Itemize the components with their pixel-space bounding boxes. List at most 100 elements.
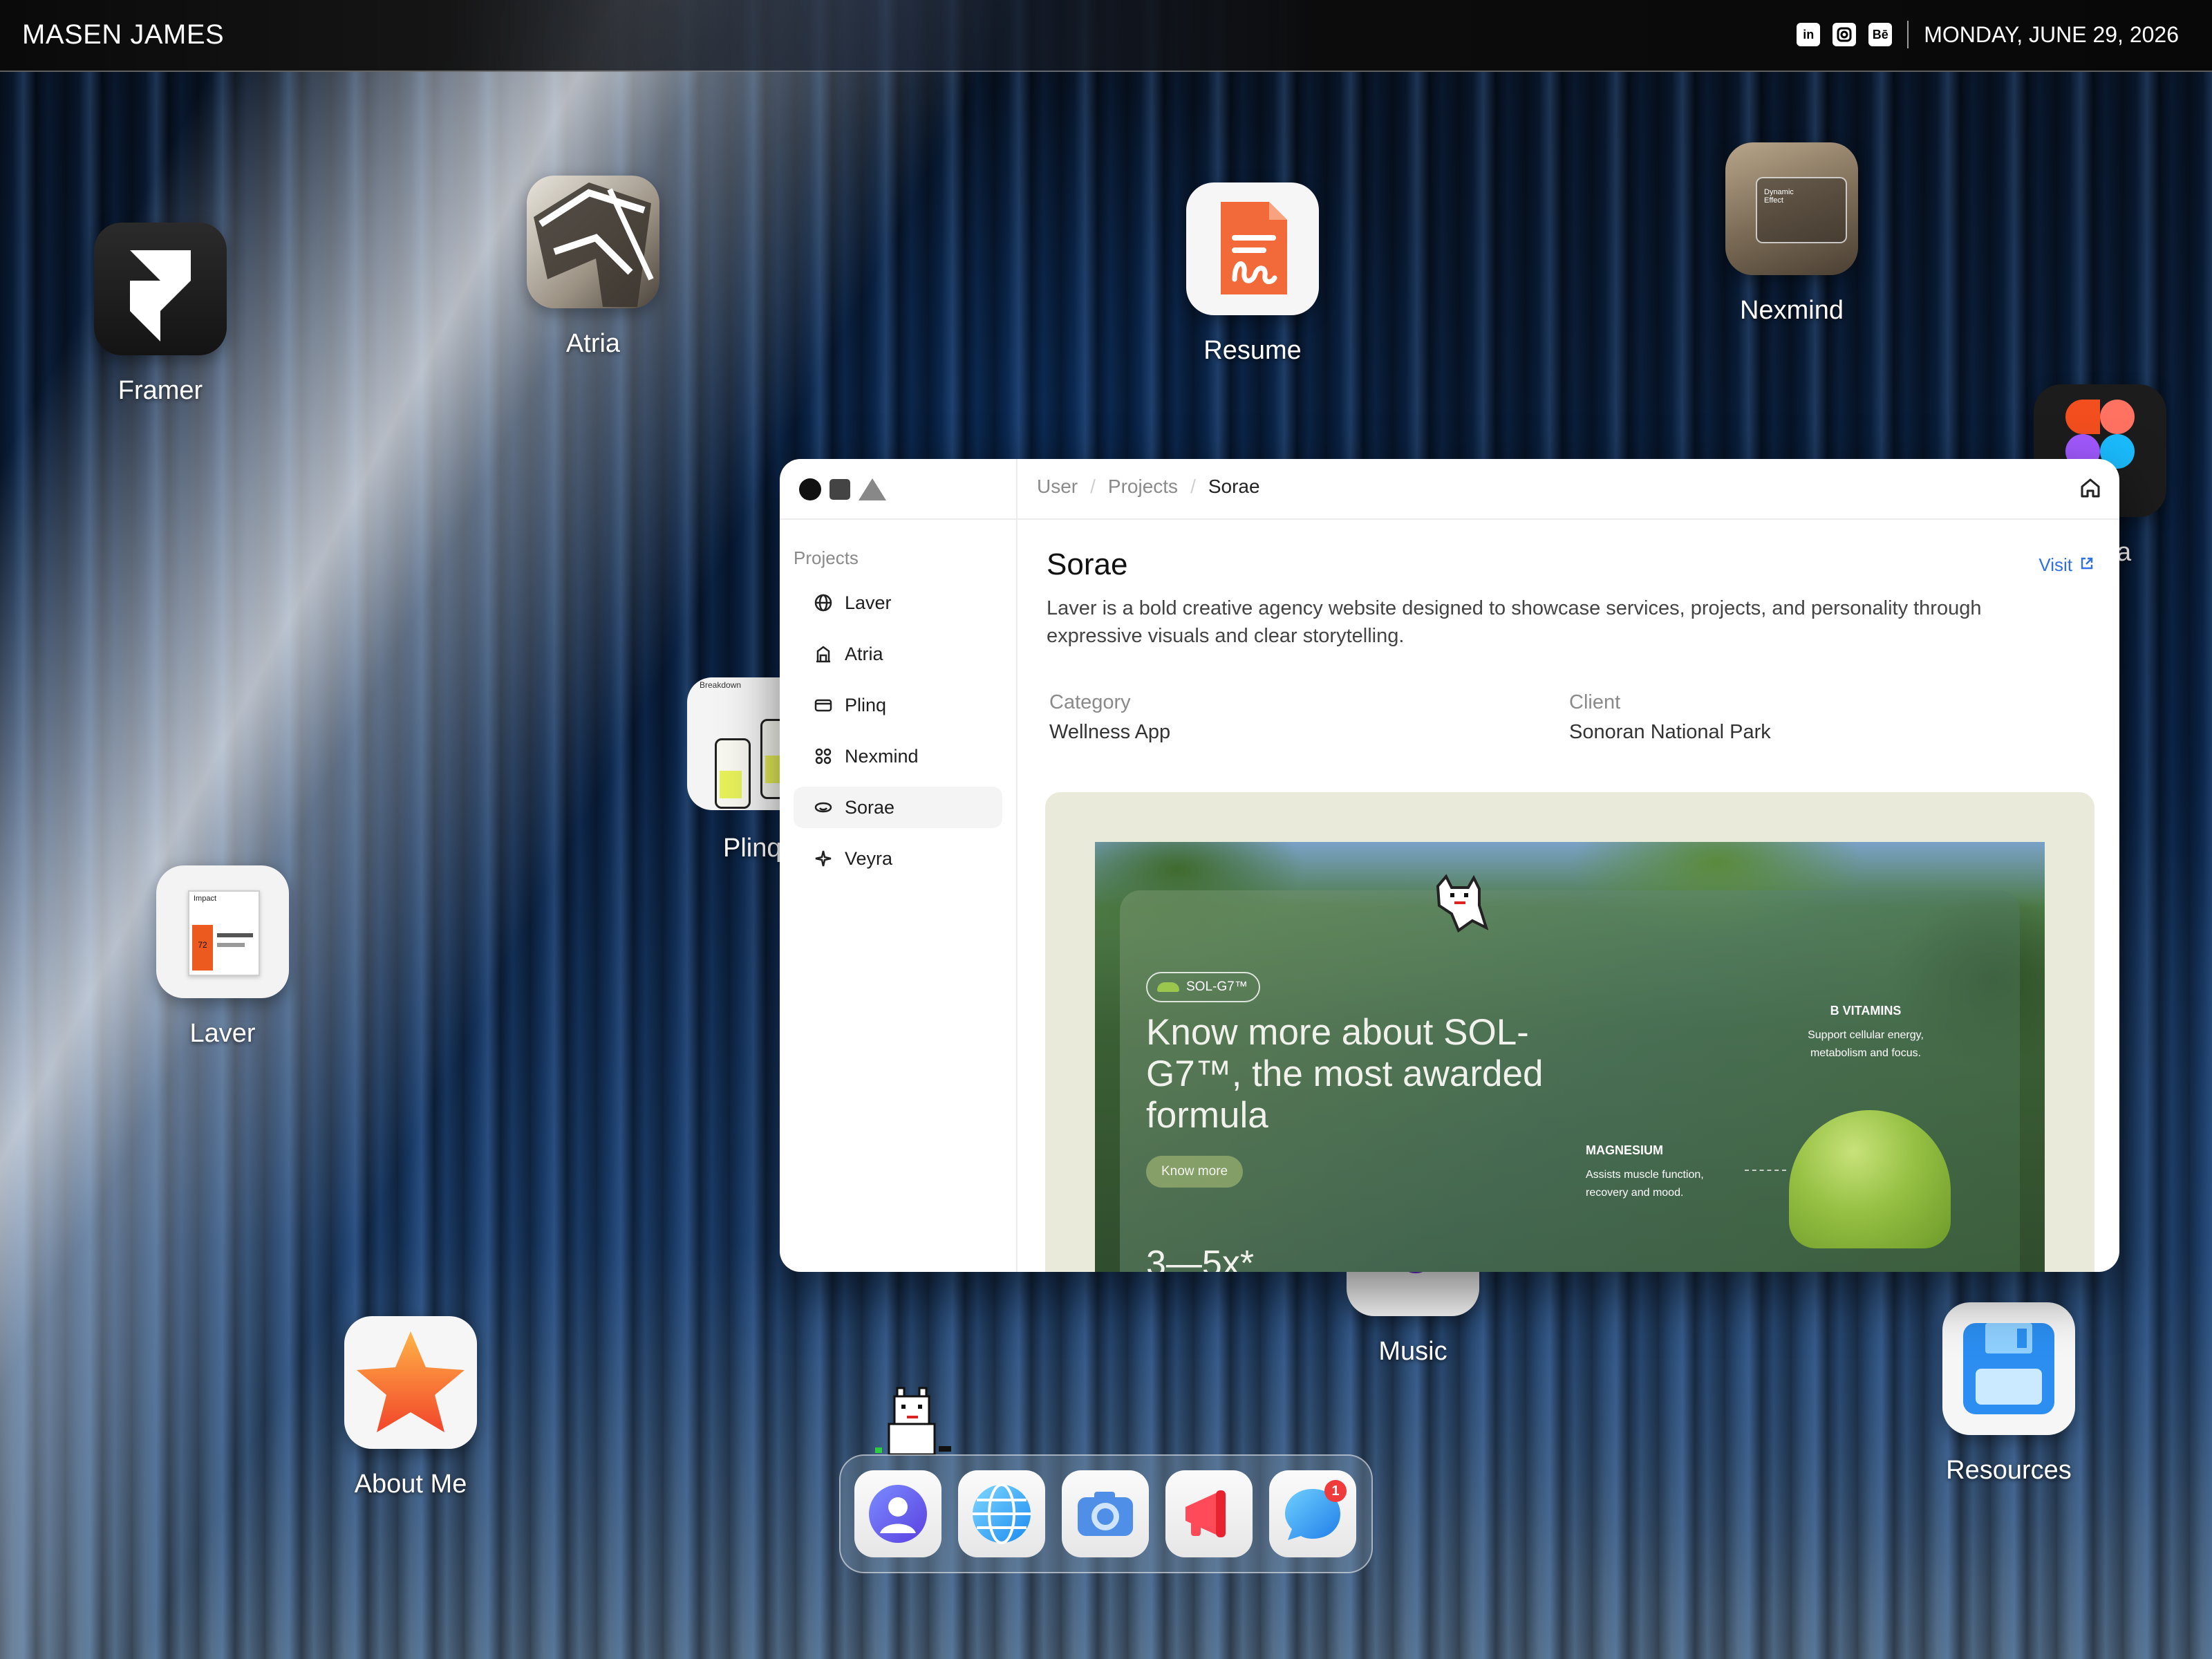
leaf-icon [1157,982,1179,992]
product-pill: SOL-G7™ [1146,972,1260,1002]
sidebar: Projects Laver Atria Plinq Nexmind Sorae [780,459,1018,1272]
sidebar-item-label: Laver [845,592,892,613]
divider [780,518,1016,520]
megaphone-app-icon [1185,1490,1226,1537]
notification-badge: 1 [1324,1480,1347,1502]
project-window: Projects Laver Atria Plinq Nexmind Sorae [780,459,2119,1272]
product-pill-label: SOL-G7™ [1186,980,1248,994]
framer-icon [94,223,227,355]
sidebar-item-label: Atria [845,643,883,664]
b-vitamins-callout: B VITAMINS Support cellular energy, meta… [1807,1004,1924,1062]
visit-label: Visit [2038,554,2072,575]
app-label: Nexmind [1740,296,1844,325]
external-link-icon [2079,554,2094,576]
top-bar-right: in Bē MONDAY, JUNE 29, 2026 [1797,21,2179,48]
globe-icon [813,592,834,613]
magnesium-callout: MAGNESIUM Assists muscle function, recov… [1586,1143,1738,1202]
desktop-app-about-me[interactable]: About Me [341,1316,480,1499]
desktop-app-resume[interactable]: Resume [1183,182,1322,366]
desktop-app-framer[interactable]: Framer [91,223,229,406]
breadcrumb-current: Sorae [1208,476,1260,497]
sidebar-item-label: Sorae [845,796,895,818]
behance-icon[interactable]: Bē [1868,23,1893,46]
close-window-button[interactable] [799,478,821,500]
home-icon[interactable] [2077,474,2104,502]
category-block: Category Wellness App [1049,691,1170,744]
project-description: Laver is a bold creative agency website … [1047,597,1982,647]
instagram-icon[interactable] [1833,23,1857,46]
app-label: Atria [565,329,621,358]
divider [1907,21,1909,48]
phone-thumb [760,719,780,799]
preview-figure: 3—5x* [1146,1244,1255,1272]
sidebar-item-plinq[interactable]: Plinq [794,684,1002,726]
page-title: Sorae [1047,547,1128,581]
sidebar-item-label: Veyra [845,847,893,869]
plinq-thumb-text: Breakdown [700,680,742,690]
sidebar-item-veyra[interactable]: Veyra [794,838,1002,879]
dock-app-announcements[interactable] [1165,1470,1253,1557]
camera-app-icon [1078,1492,1133,1536]
plinq-label: Plinq [723,834,782,863]
laver-card-number: 72 [192,925,213,971]
preview-headline: Know more about SOL-G7™, the most awarde… [1146,1012,1544,1136]
window-controls [799,478,886,500]
phone-thumb [715,738,751,809]
atria-icon [527,176,659,308]
sidebar-item-atria[interactable]: Atria [794,633,1002,675]
resume-icon [1186,182,1319,315]
callout-title: B VITAMINS [1830,1004,1902,1018]
building-icon [813,644,834,664]
desktop-app-laver[interactable]: Impact 72 Laver [153,865,292,1049]
dock-app-camera[interactable] [1062,1470,1149,1557]
callout-desc: Support cellular energy, metabolism and … [1808,1029,1924,1059]
client-label: Client [1569,691,1621,713]
dock-app-profile[interactable] [854,1470,941,1557]
linkedin-icon[interactable]: in [1797,23,1821,46]
sidebar-item-nexmind[interactable]: Nexmind [794,735,1002,777]
app-label: Framer [118,376,203,405]
globe-app-icon [973,1483,1031,1544]
visit-link[interactable]: Visit [2038,554,2094,576]
top-bar: MASEN JAMES in Bē MONDAY, JUNE 29, 2026 [0,0,2212,72]
maximize-window-button[interactable] [859,478,886,500]
client-block: Client Sonoran National Park [1569,691,1771,744]
laver-icon: Impact 72 [156,865,289,998]
app-label: Resume [1203,336,1302,365]
network-icon [813,746,834,767]
desktop-app-resources[interactable]: Resources [1940,1302,2078,1485]
desktop-app-nexmind[interactable]: Dynamic Effect Nexmind [1723,142,1861,326]
dock-app-browser[interactable] [958,1470,1045,1557]
minimize-window-button[interactable] [830,479,850,500]
preview-hero-image: SOL-G7™ Know more about SOL-G7™, the mos… [1095,842,2045,1272]
breadcrumb: User / Projects / Sorae [1037,476,1260,498]
star-icon [344,1316,477,1449]
callout-title: MAGNESIUM [1586,1143,1663,1157]
nexmind-card-line2: Effect [1764,196,1783,205]
brand-name: MASEN JAMES [22,19,225,50]
nexmind-card-line1: Dynamic [1764,188,1794,196]
desktop-app-atria[interactable]: Atria [524,176,662,359]
dock-app-messages[interactable]: 1 [1269,1470,1356,1557]
sidebar-item-sorae[interactable]: Sorae [794,787,1002,828]
callout-connector [1745,1170,1786,1171]
nexmind-card: Dynamic Effect [1756,177,1847,243]
sparkle-icon [813,848,834,869]
laver-card-text: Impact [194,894,217,903]
plinq-icon[interactable]: Breakdown [687,677,780,810]
laver-card: Impact 72 [188,890,260,976]
cat-mascot-icon [875,1387,951,1456]
leaf-face-icon [813,797,834,818]
sidebar-item-laver[interactable]: Laver [794,582,1002,624]
breadcrumb-user[interactable]: User [1037,476,1078,498]
date-display: MONDAY, JUNE 29, 2026 [1924,21,2179,47]
know-more-button: Know more [1146,1156,1244,1188]
category-label: Category [1049,691,1131,713]
callout-desc: Assists muscle function, recovery and mo… [1586,1169,1704,1199]
app-label: Laver [189,1019,256,1048]
floppy-disk-icon [1942,1302,2075,1435]
nexmind-icon: Dynamic Effect [1725,142,1858,275]
dock: 1 [839,1454,1373,1573]
breadcrumb-projects[interactable]: Projects [1108,476,1178,498]
sidebar-item-label: Nexmind [845,745,919,767]
